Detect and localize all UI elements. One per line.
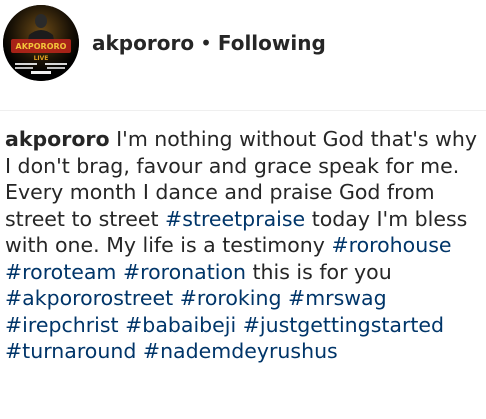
header-separator-dot: •: [200, 31, 212, 55]
caption-username-link[interactable]: akpororo: [5, 127, 110, 151]
profile-avatar[interactable]: AKPORORO LIVE: [3, 5, 79, 81]
hashtag-link[interactable]: #roronation: [123, 260, 246, 284]
header-username-row: akpororo • Following: [92, 26, 326, 60]
hashtag-link[interactable]: #justgettingstarted: [243, 313, 444, 337]
avatar-subtitle-text: LIVE: [34, 55, 49, 62]
post-header: AKPORORO LIVE akpororo • Following: [0, 0, 486, 86]
hashtag-link[interactable]: #roroking: [180, 286, 282, 310]
hashtag-link[interactable]: #mrswag: [288, 286, 387, 310]
hashtag-link[interactable]: #turnaround: [5, 339, 136, 363]
hashtag-link[interactable]: #rorohouse: [331, 233, 451, 257]
hashtag-link[interactable]: #babaibeji: [125, 313, 236, 337]
caption-text: this is for you: [245, 259, 392, 284]
following-button[interactable]: Following: [218, 31, 326, 55]
caption-body: I'm nothing without God that's why I don…: [5, 127, 477, 363]
hashtag-link[interactable]: #irepchrist: [5, 313, 119, 337]
header-username-link[interactable]: akpororo: [92, 31, 194, 55]
post-caption: akpororo I'm nothing without God that's …: [5, 126, 483, 365]
hashtag-link[interactable]: #akpororostreet: [5, 286, 173, 310]
avatar-title-text: AKPORORO: [16, 42, 67, 51]
hashtag-link[interactable]: #nademdeyrushus: [143, 339, 338, 363]
profile-poster-avatar-icon: AKPORORO LIVE: [3, 5, 79, 81]
hashtag-link[interactable]: #roroteam: [5, 260, 116, 284]
header-divider: [0, 110, 486, 111]
hashtag-link[interactable]: #streetpraise: [165, 207, 305, 231]
